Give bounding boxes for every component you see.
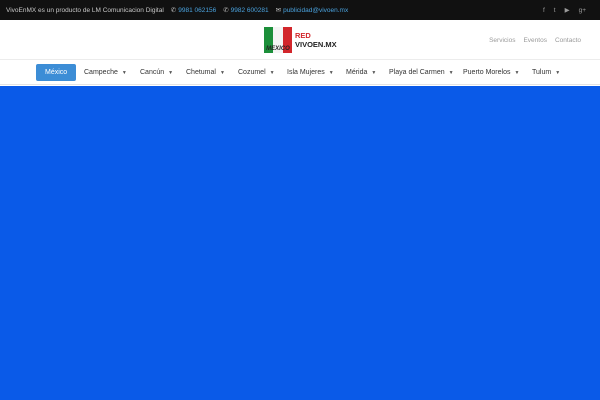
youtube-icon[interactable]: ▶	[565, 6, 570, 14]
tagline: VivoEnMX es un producto de LM Comunicaci…	[6, 6, 164, 14]
caret-down-icon: ▼	[555, 70, 561, 76]
header-link-eventos[interactable]: Eventos	[523, 37, 547, 44]
header-links: Servicios Eventos Contacto	[481, 37, 581, 44]
nav-item-tulum[interactable]: Tulum ▼	[532, 64, 560, 81]
main-nav: México Campeche ▼ Cancún ▼ Chetumal ▼ Cozum…	[0, 60, 600, 85]
email-text: publicidad@vivoen.mx	[283, 6, 349, 14]
nav-item-label: Chetumal	[186, 69, 216, 76]
nav-item-chetumal[interactable]: Chetumal ▼	[186, 64, 225, 81]
nav-item-cozumel[interactable]: Cozumel ▼	[238, 64, 275, 81]
caret-down-icon: ▼	[328, 70, 334, 76]
phone-2-text: 9982 600281	[230, 6, 269, 14]
caret-down-icon: ▼	[219, 70, 225, 76]
nav-item-mexico[interactable]: México	[36, 64, 77, 81]
phone-icon: ✆	[170, 7, 177, 14]
nav-item-puerto-morelos[interactable]: Puerto Morelos ▼	[463, 64, 519, 81]
caret-down-icon: ▼	[168, 70, 174, 76]
phone-1[interactable]: ✆ 9981 062156	[170, 6, 217, 15]
phone-icon: ✆	[223, 7, 229, 14]
logo-flag-text: MEXICO	[266, 46, 290, 52]
nav-item-isla-mujeres[interactable]: Isla Mujeres ▼	[287, 64, 334, 81]
caret-down-icon: ▼	[448, 70, 454, 76]
twitter-icon[interactable]: t	[554, 7, 556, 14]
email-link[interactable]: ✉ publicidad@vivoen.mx	[275, 6, 349, 15]
nav-item-label: México	[45, 69, 68, 76]
phone-1-text: 9981 062156	[178, 6, 217, 14]
nav-item-cancun[interactable]: Cancún ▼	[140, 64, 173, 81]
logo-line-2: VIVOEN.MX	[295, 40, 337, 49]
social-links: f t ▶ g+	[534, 0, 586, 20]
nav-item-label: Cancún	[140, 69, 165, 76]
site-logo[interactable]: MEXICO RED VIVOEN.MX	[264, 26, 337, 54]
logo-line-1: RED	[295, 31, 311, 40]
nav-item-label: Campeche	[84, 69, 118, 76]
nav-item-label: Tulum	[532, 69, 552, 76]
site-header: MEXICO RED VIVOEN.MX Servicios Eventos C…	[0, 20, 600, 60]
phone-2[interactable]: ✆ 9982 600281	[223, 6, 269, 15]
caret-down-icon: ▼	[371, 70, 377, 76]
nav-item-label: Mérida	[346, 69, 368, 76]
top-bar: VivoEnMX es un producto de LM Comunicaci…	[0, 0, 600, 20]
nav-item-merida[interactable]: Mérida ▼	[346, 64, 376, 81]
nav-item-campeche[interactable]: Campeche ▼	[84, 64, 127, 81]
nav-item-label: Cozumel	[238, 69, 266, 76]
header-link-contacto[interactable]: Contacto	[555, 37, 581, 44]
nav-item-label: Playa del Carmen	[389, 69, 445, 76]
nav-item-label: Puerto Morelos	[463, 69, 511, 76]
caret-down-icon: ▼	[514, 70, 520, 76]
nav-item-playa-del-carmen[interactable]: Playa del Carmen ▼	[389, 64, 454, 81]
facebook-icon[interactable]: f	[543, 7, 545, 14]
google-plus-icon[interactable]: g+	[579, 7, 586, 14]
mexico-flag-icon: MEXICO	[264, 27, 292, 53]
nav-item-label: Isla Mujeres	[287, 69, 325, 76]
caret-down-icon: ▼	[121, 70, 127, 76]
hero-banner	[0, 86, 600, 400]
envelope-icon: ✉	[275, 7, 282, 14]
caret-down-icon: ▼	[269, 70, 275, 76]
header-link-servicios[interactable]: Servicios	[489, 37, 515, 44]
